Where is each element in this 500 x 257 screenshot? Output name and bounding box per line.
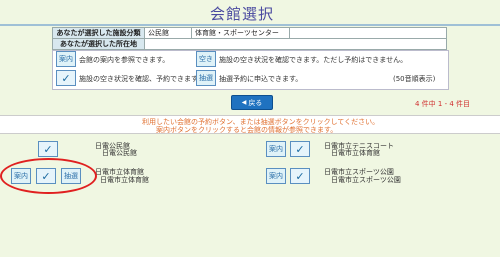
instruction-line-2: 案内ボタンをクリックすると会館の情報が参照できます。 bbox=[156, 126, 338, 134]
back-button[interactable]: ◀ 戻る bbox=[231, 95, 273, 110]
area-value bbox=[144, 38, 447, 50]
facility-sub: 日電公民館 bbox=[102, 149, 137, 157]
facility-sub: 日電市立体育館 bbox=[100, 176, 149, 184]
legend-sort-text: (50音順表示) bbox=[393, 75, 436, 83]
back-arrow-icon: ◀ bbox=[241, 99, 247, 106]
facility-sub: 日電市立スポーツ公園 bbox=[331, 176, 401, 184]
category-value-1: 公民館 bbox=[144, 27, 192, 39]
category-value-2: 体育館・スポーツセンター bbox=[191, 27, 290, 39]
reserve-button[interactable]: ✓ bbox=[290, 141, 310, 157]
reserve-icon: ✓ bbox=[56, 70, 76, 86]
reserve-button[interactable]: ✓ bbox=[290, 168, 310, 184]
info-button[interactable]: 案内 bbox=[266, 141, 286, 157]
facility-sub: 日電市立体育館 bbox=[331, 149, 380, 157]
legend-vacancy-text: 施設の空き状況を確認できます。ただし予約はできません。 bbox=[219, 56, 408, 64]
title-divider bbox=[0, 24, 500, 26]
area-label: あなたが選択した所在地 bbox=[52, 38, 145, 50]
lottery-icon: 抽選 bbox=[196, 70, 216, 86]
result-count: 4 件中 1 - 4 件目 bbox=[415, 100, 471, 108]
page-title: 会館選択 bbox=[210, 5, 275, 23]
category-label: あなたが選択した施設分類 bbox=[52, 27, 145, 39]
reserve-button[interactable]: ✓ bbox=[38, 141, 58, 157]
vacancy-icon: 空き bbox=[196, 51, 216, 67]
legend-reserve-text: 施設の空き状況を確認、予約できます。 bbox=[79, 75, 205, 83]
selection-info-table: あなたが選択した施設分類 公民館 体育館・スポーツセンター あなたが選択した所在… bbox=[52, 27, 447, 50]
instruction-message: 利用したい会館の予約ボタン、または抽選ボタンをクリックしてください。 案内ボタン… bbox=[0, 115, 500, 134]
highlight-circle bbox=[0, 158, 97, 194]
legend-lottery-text: 抽選予約に申込できます。 bbox=[219, 75, 303, 83]
info-button[interactable]: 案内 bbox=[266, 168, 286, 184]
legend-info-text: 会館の案内を参照できます。 bbox=[79, 56, 170, 64]
category-value-3 bbox=[289, 27, 447, 39]
info-icon: 案内 bbox=[56, 51, 76, 67]
